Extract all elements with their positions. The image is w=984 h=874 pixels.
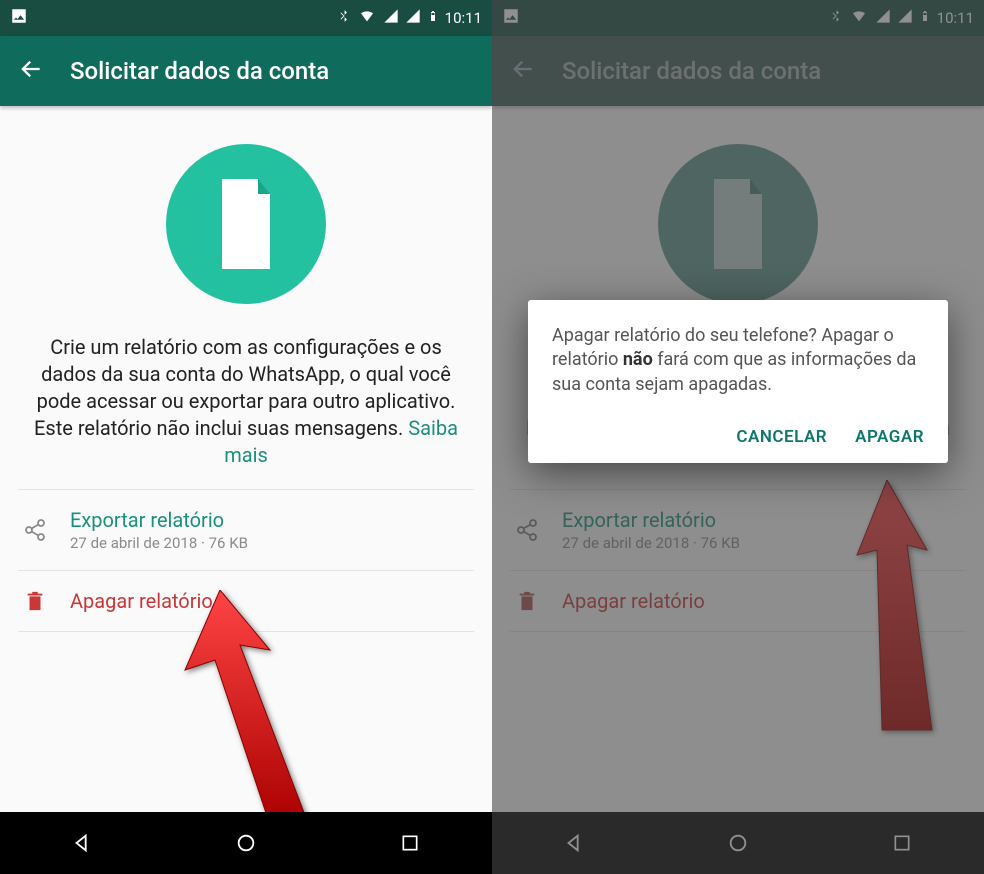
main-content: Crie um relatório com as configurações e… bbox=[0, 106, 492, 632]
description-text: Crie um relatório com as configurações e… bbox=[18, 334, 474, 489]
annotation-arrow bbox=[130, 590, 330, 834]
signal-icon bbox=[383, 8, 399, 28]
android-nav-bar bbox=[0, 812, 492, 874]
picture-icon bbox=[10, 7, 28, 29]
trash-icon bbox=[22, 589, 48, 613]
nav-back-icon[interactable] bbox=[70, 831, 94, 855]
nav-recent-icon[interactable] bbox=[398, 831, 422, 855]
app-bar: Solicitar dados da conta bbox=[0, 36, 492, 106]
export-meta: 27 de abril de 2018 · 76 KB bbox=[70, 534, 248, 552]
status-time: 10:11 bbox=[445, 9, 482, 27]
bluetooth-icon bbox=[337, 7, 351, 29]
back-icon[interactable] bbox=[18, 56, 44, 86]
page-title: Solicitar dados da conta bbox=[70, 57, 329, 85]
export-report-row[interactable]: Exportar relatório 27 de abril de 2018 ·… bbox=[18, 490, 474, 571]
nav-home-icon[interactable] bbox=[234, 831, 258, 855]
export-label: Exportar relatório bbox=[70, 508, 248, 532]
cancel-button[interactable]: CANCELAR bbox=[736, 427, 827, 447]
phone-screenshot-right: 10:11 Solicitar dados da conta Crie um r… bbox=[492, 0, 984, 874]
share-icon bbox=[22, 518, 48, 542]
wifi-icon bbox=[357, 8, 377, 28]
dialog-message: Apagar relatório do seu telefone? Apagar… bbox=[552, 324, 924, 397]
phone-screenshot-left: 10:11 Solicitar dados da conta Crie um r… bbox=[0, 0, 492, 874]
battery-icon bbox=[427, 7, 439, 29]
confirm-delete-dialog: Apagar relatório do seu telefone? Apagar… bbox=[528, 300, 948, 463]
signal-icon-2 bbox=[405, 8, 421, 28]
status-bar: 10:11 bbox=[0, 0, 492, 36]
document-hero-icon bbox=[166, 144, 326, 304]
confirm-delete-button[interactable]: APAGAR bbox=[855, 427, 924, 447]
